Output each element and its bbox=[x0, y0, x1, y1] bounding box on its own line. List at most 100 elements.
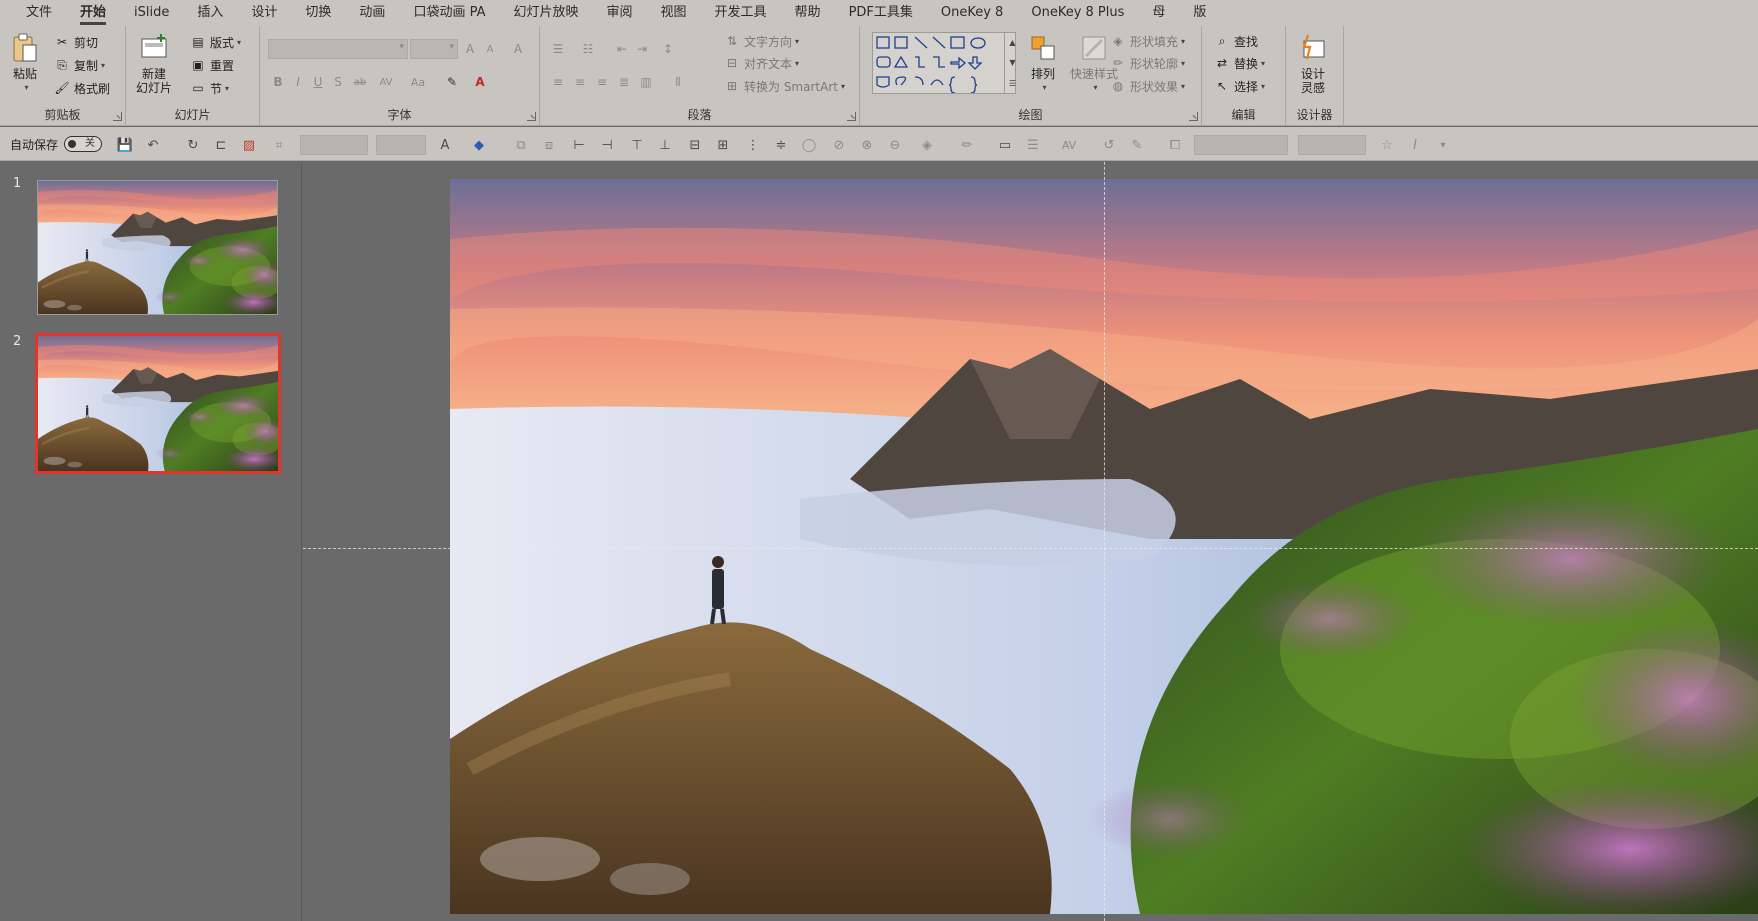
decrease-indent-icon[interactable]: ⇤ bbox=[614, 41, 630, 57]
tab-8[interactable]: 幻灯片放映 bbox=[499, 0, 592, 26]
clear-formatting-icon[interactable]: A bbox=[510, 41, 526, 57]
tab-9[interactable]: 审阅 bbox=[593, 0, 647, 26]
qat-italic-icon[interactable]: I bbox=[1406, 136, 1424, 154]
distributed-icon[interactable]: ▥ bbox=[638, 74, 654, 90]
qat-combo-1[interactable] bbox=[1194, 135, 1288, 155]
design-ideas-button[interactable]: 设计 灵感 bbox=[1298, 32, 1328, 95]
crop-icon[interactable]: ⧠ bbox=[1166, 136, 1184, 154]
shape-fill-button[interactable]: ◈ 形状填充 ▾ bbox=[1110, 31, 1185, 51]
tab-10[interactable]: 视图 bbox=[647, 0, 701, 26]
tab-12[interactable]: 帮助 bbox=[781, 0, 835, 26]
star-icon[interactable]: ☆ bbox=[1378, 136, 1396, 154]
shapes-gallery[interactable] bbox=[872, 32, 1016, 94]
layout-button[interactable]: ▤ 版式 ▾ bbox=[190, 32, 241, 52]
qat-bullets-icon[interactable]: ☰ bbox=[1024, 136, 1042, 154]
align-text-button[interactable]: ⊟ 对齐文本 ▾ bbox=[724, 53, 799, 73]
tab-15[interactable]: OneKey 8 Plus bbox=[1017, 0, 1138, 26]
rotate-icon[interactable]: ↺ bbox=[1100, 136, 1118, 154]
align-bottom-icon[interactable]: ⊥ bbox=[656, 136, 674, 154]
tab-3[interactable]: 插入 bbox=[183, 0, 237, 26]
format-painter-button[interactable]: 🖌 格式刷 bbox=[54, 78, 110, 98]
text-direction-button[interactable]: ⇅ 文字方向 ▾ bbox=[724, 31, 799, 51]
tab-0[interactable]: 文件 bbox=[12, 0, 66, 26]
columns-icon[interactable]: ⫴ bbox=[670, 74, 686, 90]
section-button[interactable]: ▭ 节 ▾ bbox=[190, 78, 229, 98]
autosave-toggle[interactable]: 关 bbox=[64, 136, 102, 152]
shape-outline-button[interactable]: ✏ 形状轮廓 ▾ bbox=[1110, 53, 1185, 73]
align-middle-icon[interactable]: ⊟ bbox=[686, 136, 704, 154]
align-center-icon[interactable]: ≡ bbox=[572, 74, 588, 90]
dialog-launcher-icon[interactable] bbox=[113, 112, 122, 121]
qat-size-select[interactable] bbox=[376, 135, 426, 155]
tab-11[interactable]: 开发工具 bbox=[701, 0, 781, 26]
ungroup-icon[interactable]: ⧈ bbox=[540, 136, 558, 154]
intersect-icon[interactable]: ⊗ bbox=[858, 136, 876, 154]
tab-7[interactable]: 口袋动画 PA bbox=[399, 0, 499, 26]
horizontal-guide[interactable] bbox=[303, 548, 1758, 549]
slide-thumbnail-1[interactable] bbox=[37, 180, 278, 315]
tab-4[interactable]: 设计 bbox=[237, 0, 291, 26]
find-button[interactable]: ⌕ 查找 bbox=[1214, 31, 1258, 51]
line-spacing-icon[interactable]: ↕ bbox=[660, 41, 676, 57]
bold-icon[interactable]: B bbox=[270, 74, 286, 90]
new-slide-button[interactable]: 新建 幻灯片 bbox=[136, 32, 172, 95]
vertical-guide[interactable] bbox=[1104, 162, 1105, 921]
merge-shapes-icon[interactable]: ◯ bbox=[800, 136, 818, 154]
convert-smartart-button[interactable]: ⊞ 转换为 SmartArt ▾ bbox=[724, 76, 845, 96]
save-icon[interactable]: 💾 bbox=[116, 136, 134, 154]
qat-combo-2[interactable] bbox=[1298, 135, 1366, 155]
screenshot-icon[interactable]: ▨ bbox=[240, 136, 258, 154]
tab-6[interactable]: 动画 bbox=[345, 0, 399, 26]
italic-icon[interactable]: I bbox=[290, 74, 306, 90]
paste-button[interactable]: 粘贴 ▾ bbox=[10, 32, 40, 95]
font-color-icon[interactable]: A bbox=[472, 74, 488, 90]
subtract-icon[interactable]: ⊖ bbox=[886, 136, 904, 154]
replace-button[interactable]: ⇄ 替换 ▾ bbox=[1214, 53, 1265, 73]
tab-14[interactable]: OneKey 8 bbox=[927, 0, 1017, 26]
qat-font-select[interactable] bbox=[300, 135, 368, 155]
justify-icon[interactable]: ≣ bbox=[616, 74, 632, 90]
font-size-select[interactable] bbox=[410, 39, 458, 59]
shape-effects-button[interactable]: ◍ 形状效果 ▾ bbox=[1110, 76, 1185, 96]
increase-indent-icon[interactable]: ⇥ bbox=[634, 41, 650, 57]
numbering-icon[interactable]: ☷ bbox=[580, 41, 596, 57]
decrease-font-size-icon[interactable]: A bbox=[482, 41, 498, 57]
copy-button[interactable]: ⎘ 复制 ▾ bbox=[54, 55, 105, 75]
underline-icon[interactable]: U bbox=[310, 74, 326, 90]
qat-shape-icon[interactable]: ◆ bbox=[470, 136, 488, 154]
qat-highlight-icon[interactable]: ✎ bbox=[1128, 136, 1146, 154]
slide-thumbnail-2[interactable] bbox=[35, 333, 281, 474]
tab-5[interactable]: 切换 bbox=[291, 0, 345, 26]
fragment-icon[interactable]: ⊘ bbox=[830, 136, 848, 154]
text-shadow-icon[interactable]: S bbox=[330, 74, 346, 90]
qat-font-color-icon[interactable]: A bbox=[436, 136, 454, 154]
font-name-select[interactable] bbox=[268, 39, 408, 59]
bullets-icon[interactable]: ☰ bbox=[550, 41, 566, 57]
increase-font-size-icon[interactable]: A bbox=[462, 41, 478, 57]
align-top-icon[interactable]: ⊤ bbox=[628, 136, 646, 154]
reset-button[interactable]: ▣ 重置 bbox=[190, 55, 234, 75]
tab-13[interactable]: PDF工具集 bbox=[835, 0, 927, 26]
align-left-icon[interactable]: ≡ bbox=[550, 74, 566, 90]
group-icon[interactable]: ⧉ bbox=[512, 136, 530, 154]
align-right-icon[interactable]: ≡ bbox=[594, 74, 610, 90]
distribute-vertical-icon[interactable]: ≑ bbox=[772, 136, 790, 154]
redo-icon[interactable]: ↻ bbox=[184, 136, 202, 154]
strikethrough-icon[interactable]: ab bbox=[352, 74, 368, 90]
ruler-icon[interactable]: ⊏ bbox=[212, 136, 230, 154]
qat-fill-icon[interactable]: ◈ bbox=[918, 136, 936, 154]
customize-qat-icon[interactable]: ▾ bbox=[1434, 136, 1452, 154]
align-left-objects-icon[interactable]: ⊢ bbox=[570, 136, 588, 154]
character-spacing-icon[interactable]: AV bbox=[378, 74, 394, 90]
format-painter-icon[interactable]: ⌗ bbox=[270, 136, 288, 154]
tab-2[interactable]: iSlide bbox=[120, 0, 183, 26]
highlight-icon[interactable]: ✎ bbox=[444, 74, 460, 90]
qat-outline-icon[interactable]: ✏ bbox=[958, 136, 976, 154]
undo-icon[interactable]: ↶ bbox=[144, 136, 162, 154]
select-button[interactable]: ↖ 选择 ▾ bbox=[1214, 76, 1265, 96]
align-center-objects-icon[interactable]: ⊞ bbox=[714, 136, 732, 154]
tab-16[interactable]: 母 bbox=[1138, 0, 1179, 26]
qat-spacing-icon[interactable]: AV bbox=[1060, 136, 1078, 154]
arrange-button[interactable]: 排列 ▾ bbox=[1028, 32, 1058, 95]
presentation-icon[interactable]: ▭ bbox=[996, 136, 1014, 154]
